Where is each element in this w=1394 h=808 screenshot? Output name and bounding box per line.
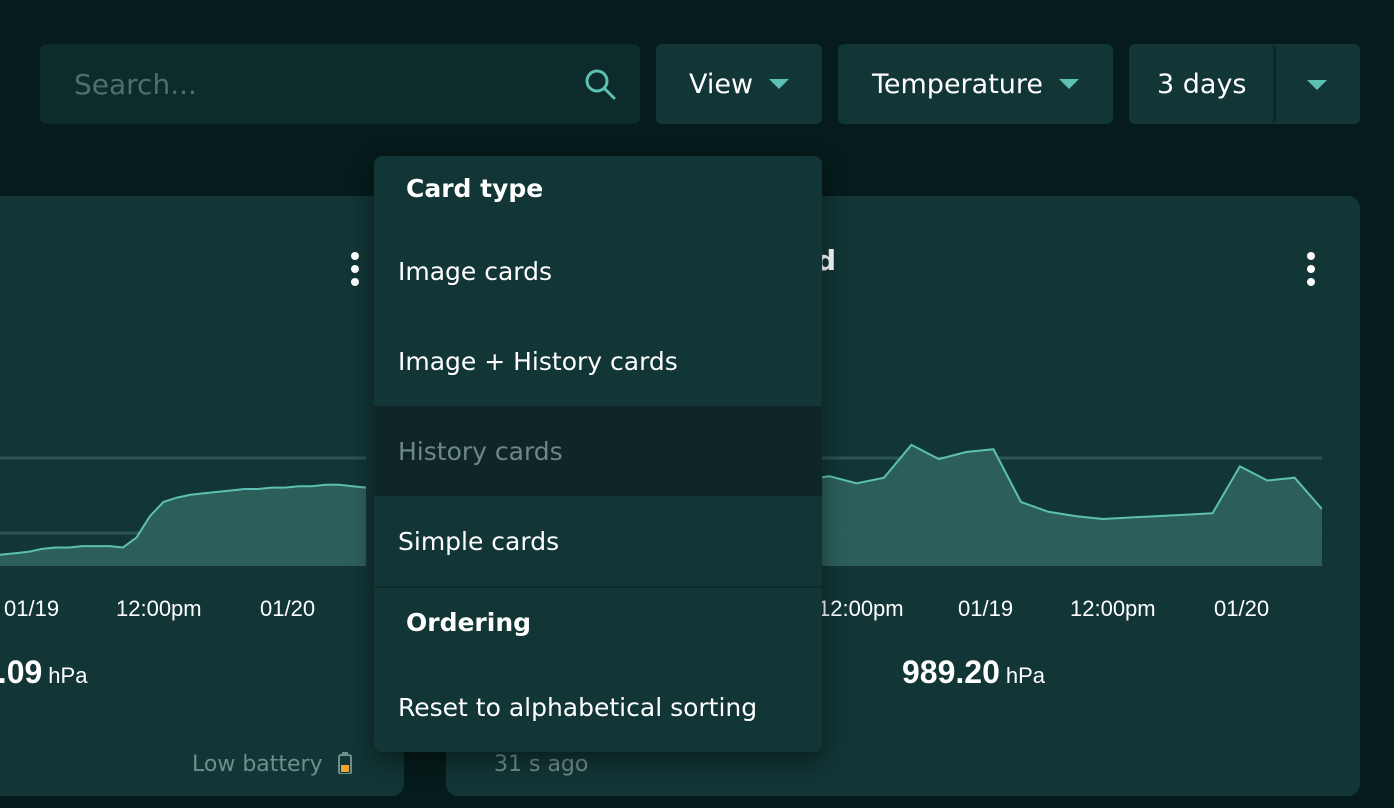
sensor-dropdown-button[interactable]: Temperature — [838, 44, 1113, 124]
view-menu: Card type Image cards Image + History ca… — [374, 156, 822, 752]
menu-section-ordering: Ordering — [406, 608, 532, 637]
search-box[interactable] — [40, 44, 640, 124]
menu-item-image-cards[interactable]: Image cards — [374, 226, 822, 316]
battery-low-icon — [337, 752, 352, 775]
value-unit: hPa — [48, 663, 88, 688]
current-value: 989.20 hPa — [902, 654, 1045, 691]
value-number: 989.20 — [902, 654, 1000, 690]
menu-item-reset-sorting[interactable]: Reset to alphabetical sorting — [374, 662, 822, 752]
menu-item-simple-cards[interactable]: Simple cards — [374, 496, 822, 586]
history-chart — [0, 456, 367, 566]
menu-item-history-cards[interactable]: History cards — [374, 406, 822, 496]
menu-divider — [374, 586, 822, 588]
search-input[interactable] — [40, 44, 580, 124]
x-tick-label: 12:00pm — [1070, 596, 1156, 621]
value-number: 0.09 — [0, 654, 43, 690]
menu-section-card-type: Card type — [406, 174, 544, 203]
x-tick-label: 01/20 — [260, 596, 316, 621]
kebab-menu-icon[interactable] — [1306, 252, 1316, 286]
status-text: 31 s ago — [494, 752, 589, 777]
x-tick-label: 12:00pm — [116, 596, 202, 621]
chevron-down-icon[interactable] — [1307, 80, 1327, 90]
x-tick-label: 01/19 — [4, 596, 60, 621]
x-tick-label: 01/19 — [958, 596, 1014, 621]
range-label: 3 days — [1157, 68, 1247, 100]
view-dropdown-button[interactable]: View — [656, 44, 822, 124]
status-text: Low battery — [192, 752, 352, 777]
current-value: 0.09hPa — [0, 654, 87, 691]
chevron-down-icon — [769, 79, 790, 89]
view-label: View — [688, 68, 754, 100]
value-unit: hPa — [1005, 663, 1046, 688]
kebab-menu-icon[interactable] — [350, 252, 360, 286]
sensor-card-left[interactable]: 01/19 12:00pm 01/20 0.09hPa Low battery — [0, 196, 404, 796]
x-tick-label: 01/20 — [1214, 596, 1270, 621]
range-dropdown[interactable]: 3 days — [1129, 44, 1360, 124]
battery-status-label: Low battery — [192, 752, 323, 777]
chevron-down-icon — [1059, 79, 1080, 89]
menu-item-image-history-cards[interactable]: Image + History cards — [374, 316, 822, 406]
x-tick-label: 12:00pm — [818, 596, 904, 621]
sensor-label: Temperature — [871, 68, 1044, 100]
search-icon[interactable] — [582, 66, 618, 102]
divider — [1273, 46, 1276, 122]
